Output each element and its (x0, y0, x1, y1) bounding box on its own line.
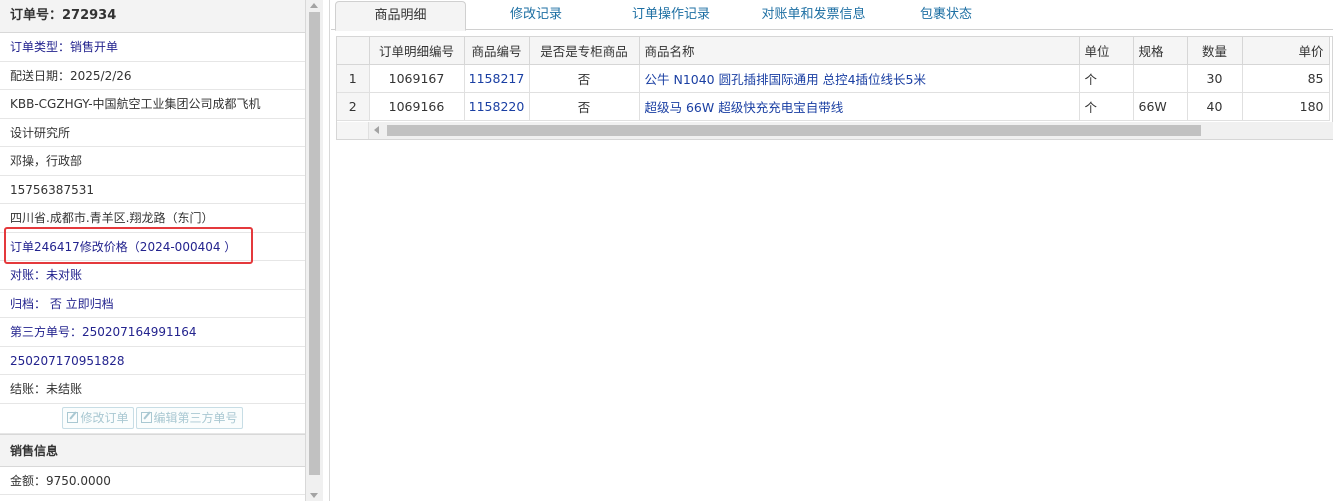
detail-panel: 商品明细 修改记录 订单操作记录 对账单和发票信息 包裹状态 订单明细编号 商品… (331, 0, 1333, 501)
product-name-link[interactable]: 超级马 66W 超级快充充电宝自带线 (639, 92, 1080, 121)
counter-cell: 否 (529, 64, 640, 93)
scrollbar-thumb[interactable] (309, 12, 320, 475)
tab-package-status[interactable]: 包裹状态 (906, 1, 986, 30)
contact-person: 邓操，行政部 (0, 147, 305, 176)
spec-cell (1133, 64, 1188, 93)
unit-cell: 个 (1079, 64, 1134, 93)
column-header[interactable]: 商品名称 (639, 37, 1080, 65)
contact-phone: 15756387531 (0, 176, 305, 204)
unit-cell: 个 (1079, 92, 1134, 121)
tab-order-operation-log[interactable]: 订单操作记录 (621, 1, 721, 30)
table-row[interactable]: 2 1069166 1158220 否 超级马 66W 超级快充充电宝自带线 个… (337, 92, 1330, 121)
scroll-up-arrow-icon[interactable] (310, 3, 318, 8)
table-row[interactable]: 1 1069167 1158217 否 公牛 N1040 圆孔插排国际通用 总控… (337, 64, 1330, 93)
sku-link[interactable]: 1158217 (464, 64, 530, 93)
order-actions: 修改订单 编辑第三方单号 (0, 404, 305, 434)
counter-cell: 否 (529, 92, 640, 121)
column-header[interactable]: 商品编号 (464, 37, 530, 65)
table-header-row: 订单明细编号 商品编号 是否是专柜商品 商品名称 单位 规格 数量 单价 (337, 37, 1330, 65)
product-detail-grid: 订单明细编号 商品编号 是否是专柜商品 商品名称 单位 规格 数量 单价 1 1… (336, 36, 1333, 140)
tab-bar: 商品明细 修改记录 订单操作记录 对账单和发票信息 包裹状态 (331, 0, 1333, 31)
quantity-cell: 40 (1187, 92, 1243, 121)
sku-link[interactable]: 1158220 (464, 92, 530, 121)
row-number: 2 (337, 92, 370, 121)
edit-icon (140, 411, 152, 423)
row-number-header (337, 37, 370, 65)
tab-modification-log[interactable]: 修改记录 (491, 1, 581, 30)
edit-icon (67, 411, 79, 423)
row-number: 1 (337, 64, 370, 93)
third-party-number-line1: 第三方单号：250207164991164 (0, 318, 305, 347)
highlight-annotation-box (4, 227, 253, 264)
delivery-date: 配送日期：2025/2/26 (0, 62, 305, 90)
left-panel-scrollbar[interactable] (306, 0, 323, 501)
horizontal-scrollbar[interactable] (369, 122, 1333, 139)
column-header[interactable]: 数量 (1187, 37, 1243, 65)
customer-name-line2: 设计研究所 (0, 119, 305, 147)
edit-order-label: 修改订单 (80, 410, 129, 425)
settle-status: 结账：未结账 (0, 375, 305, 404)
tab-product-details[interactable]: 商品明细 (335, 1, 466, 31)
order-info-panel: 订单号：272934 订单类型：销售开单 配送日期：2025/2/26 KBB-… (0, 0, 306, 501)
edit-order-button[interactable]: 修改订单 (62, 406, 134, 429)
detail-number-cell: 1069166 (369, 92, 465, 121)
column-header[interactable]: 是否是专柜商品 (529, 37, 640, 65)
horizontal-scrollbar-thumb[interactable] (387, 125, 1201, 136)
sales-amount: 金额：9750.0000 (0, 467, 305, 495)
reconcile-status: 对账：未对账 (0, 261, 305, 290)
price-cell: 85 (1242, 64, 1330, 93)
archive-status[interactable]: 归档： 否 立即归档 (0, 290, 305, 318)
edit-third-party-button[interactable]: 编辑第三方单号 (135, 406, 243, 429)
column-header[interactable]: 订单明细编号 (369, 37, 465, 65)
column-header[interactable]: 单位 (1079, 37, 1134, 65)
quantity-cell: 30 (1187, 64, 1243, 93)
column-header[interactable]: 单价 (1242, 37, 1330, 65)
scroll-down-arrow-icon[interactable] (310, 493, 318, 498)
product-name-link[interactable]: 公牛 N1040 圆孔插排国际通用 总控4插位线长5米 (639, 64, 1080, 93)
edit-third-party-label: 编辑第三方单号 (153, 410, 238, 425)
tab-statement-invoice[interactable]: 对账单和发票信息 (746, 1, 881, 30)
spec-cell: 66W (1133, 92, 1188, 121)
panel-divider (323, 0, 330, 501)
detail-number-cell: 1069167 (369, 64, 465, 93)
order-number-header: 订单号：272934 (0, 0, 305, 33)
price-cell: 180 (1242, 92, 1330, 121)
scroll-left-arrow-icon[interactable] (374, 126, 379, 134)
product-table: 订单明细编号 商品编号 是否是专柜商品 商品名称 单位 规格 数量 单价 1 1… (337, 37, 1330, 121)
third-party-number-line2: 250207170951828 (0, 347, 305, 375)
sales-info-header: 销售信息 (0, 433, 305, 467)
customer-name-line1: KBB-CGZHGY-中国航空工业集团公司成都飞机 (0, 90, 305, 119)
column-header[interactable]: 规格 (1133, 37, 1188, 65)
grid-corner (337, 122, 369, 139)
order-type: 订单类型：销售开单 (0, 33, 305, 62)
